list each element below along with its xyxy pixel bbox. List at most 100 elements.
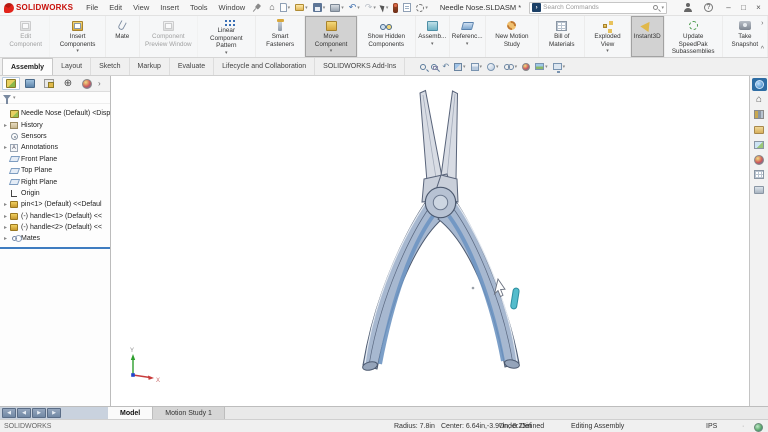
search-icon[interactable]: [653, 5, 658, 10]
expand-arrow-icon[interactable]: ▸: [2, 122, 9, 129]
dropdown-caret-icon[interactable]: ▾: [431, 42, 434, 47]
dropdown-caret-icon[interactable]: ▾: [330, 49, 333, 54]
move-drag-handle[interactable]: [510, 288, 519, 310]
tab-lifecycle-collaboration[interactable]: Lifecycle and Collaboration: [214, 58, 315, 75]
status-unit-system[interactable]: IPS: [706, 423, 717, 430]
pivot-pin[interactable]: [433, 195, 447, 209]
dropdown-caret-icon[interactable]: ▾: [606, 49, 609, 54]
more-panel-tabs-button[interactable]: ›: [98, 79, 101, 88]
status-globe-icon[interactable]: [754, 423, 763, 432]
tree-item-pin-1[interactable]: ▸ pin<1> (Default) <<Defaul: [0, 199, 110, 210]
graphics-viewport[interactable]: Y X: [111, 76, 749, 406]
zoom-to-fit-button[interactable]: [419, 63, 427, 71]
instant3d-button[interactable]: Instant3D: [631, 16, 665, 57]
view-orientation-button[interactable]: ▾: [470, 62, 484, 72]
tree-item-handle-1[interactable]: ▸ (-) handle<1> (Default) <<: [0, 211, 110, 222]
tree-item-right-plane[interactable]: Right Plane: [0, 176, 110, 187]
new-motion-study-button[interactable]: New Motion Study: [486, 16, 540, 57]
menu-view[interactable]: View: [128, 1, 154, 14]
dropdown-caret-icon[interactable]: ▾: [496, 64, 499, 70]
options-button[interactable]: ▾: [414, 3, 430, 13]
tab-featuremanager-tree[interactable]: [2, 77, 20, 90]
tab-motion-study-1[interactable]: Motion Study 1: [153, 407, 225, 419]
undo-button[interactable]: ↶▾: [347, 2, 362, 13]
file-properties-button[interactable]: [401, 2, 413, 13]
tree-item-mates[interactable]: ▸ Mates: [0, 233, 110, 244]
assembly-features-button[interactable]: Assemb... ▾: [416, 16, 450, 57]
tree-item-front-plane[interactable]: Front Plane: [0, 154, 110, 165]
dropdown-caret-icon[interactable]: ▾: [76, 49, 79, 54]
new-document-button[interactable]: ▾: [278, 2, 293, 13]
solidworks-resources-button[interactable]: [752, 78, 767, 91]
exploded-view-button[interactable]: Exploded View ▾: [585, 16, 630, 57]
reference-geometry-button[interactable]: Referenc... ▾: [450, 16, 486, 57]
expand-arrow-icon[interactable]: ▸: [2, 201, 9, 208]
tree-item-origin[interactable]: Origin: [0, 188, 110, 199]
zoom-to-area-button[interactable]: [430, 63, 438, 71]
save-button[interactable]: ▾: [311, 2, 328, 13]
edit-component-button[interactable]: Edit Component: [2, 16, 50, 57]
menu-edit[interactable]: Edit: [104, 1, 127, 14]
close-button[interactable]: ×: [751, 1, 766, 15]
expand-arrow-icon[interactable]: ▸: [2, 144, 9, 151]
dropdown-caret-icon[interactable]: ▾: [545, 64, 548, 70]
dropdown-caret-icon[interactable]: ▾: [225, 51, 228, 56]
dropdown-caret-icon[interactable]: ▾: [373, 5, 376, 11]
design-library-button[interactable]: [752, 108, 767, 121]
expand-arrow-icon[interactable]: ▸: [2, 224, 9, 231]
hide-show-items-button[interactable]: ▾: [503, 63, 519, 71]
update-speedpak-button[interactable]: Update SpeedPak Subassemblies: [665, 16, 723, 57]
linear-component-pattern-button[interactable]: Linear Component Pattern ▾: [198, 16, 256, 57]
custom-properties-button[interactable]: [752, 168, 767, 181]
tree-item-annotations[interactable]: ▸A Annotations: [0, 142, 110, 153]
tab-markup[interactable]: Markup: [130, 58, 170, 75]
edit-appearance-button[interactable]: [521, 62, 531, 72]
dropdown-caret-icon[interactable]: ▾: [425, 5, 428, 11]
tree-item-history[interactable]: ▸ History: [0, 119, 110, 130]
tab-layout[interactable]: Layout: [53, 58, 91, 75]
menu-tools[interactable]: Tools: [185, 1, 213, 14]
tab-propertymanager[interactable]: [21, 77, 39, 90]
dropdown-caret-icon[interactable]: ▾: [288, 5, 291, 11]
dropdown-caret-icon[interactable]: ▾: [563, 64, 566, 70]
section-view-button[interactable]: ▾: [453, 62, 467, 72]
tree-filter[interactable]: ▾: [0, 92, 110, 104]
show-hidden-components-button[interactable]: Show Hidden Components: [358, 16, 416, 57]
move-component-button[interactable]: Move Component ▾: [305, 16, 357, 57]
rebuild-button[interactable]: [391, 2, 400, 14]
previous-tab-button[interactable]: ◀: [17, 408, 31, 418]
menu-file[interactable]: File: [81, 1, 103, 14]
print-button[interactable]: ▾: [328, 3, 346, 13]
home-tab-button[interactable]: ⌂: [752, 93, 767, 106]
tab-sketch[interactable]: Sketch: [91, 58, 129, 75]
tab-evaluate[interactable]: Evaluate: [170, 58, 214, 75]
home-button[interactable]: ⌂: [267, 2, 276, 13]
display-style-button[interactable]: ▾: [486, 62, 500, 72]
pliers-model[interactable]: Y X: [111, 76, 749, 406]
ribbon-collapse-button[interactable]: ^: [761, 46, 764, 53]
menu-insert[interactable]: Insert: [155, 1, 184, 14]
tab-model[interactable]: Model: [108, 407, 153, 419]
previous-view-button[interactable]: ↶: [441, 62, 450, 72]
filter-caret-icon[interactable]: ▾: [13, 95, 16, 101]
tab-configurationmanager[interactable]: [40, 77, 58, 90]
search-caret-icon[interactable]: ▾: [661, 5, 664, 11]
maximize-button[interactable]: □: [736, 1, 751, 15]
tree-item-sensors[interactable]: Sensors: [0, 131, 110, 142]
smart-fasteners-button[interactable]: Smart Fasteners: [256, 16, 306, 57]
insert-components-button[interactable]: Insert Components ▾: [50, 16, 105, 57]
first-tab-button[interactable]: ◀: [2, 408, 16, 418]
help-button[interactable]: ?: [702, 2, 715, 13]
dropdown-caret-icon[interactable]: ▾: [323, 5, 326, 11]
component-preview-window-button[interactable]: Component Preview Window: [140, 16, 198, 57]
pin-menu-icon[interactable]: [252, 3, 261, 12]
minimize-button[interactable]: –: [721, 1, 736, 15]
bill-of-materials-button[interactable]: Bill of Materials: [539, 16, 585, 57]
search-input[interactable]: [543, 4, 651, 11]
dropdown-caret-icon[interactable]: ▾: [480, 64, 483, 70]
appearances-scenes-button[interactable]: [752, 153, 767, 166]
tab-assembly[interactable]: Assembly: [2, 58, 53, 75]
dropdown-caret-icon[interactable]: ▾: [357, 5, 360, 11]
tree-item-top-plane[interactable]: Top Plane: [0, 165, 110, 176]
view-settings-button[interactable]: ▾: [552, 62, 567, 71]
